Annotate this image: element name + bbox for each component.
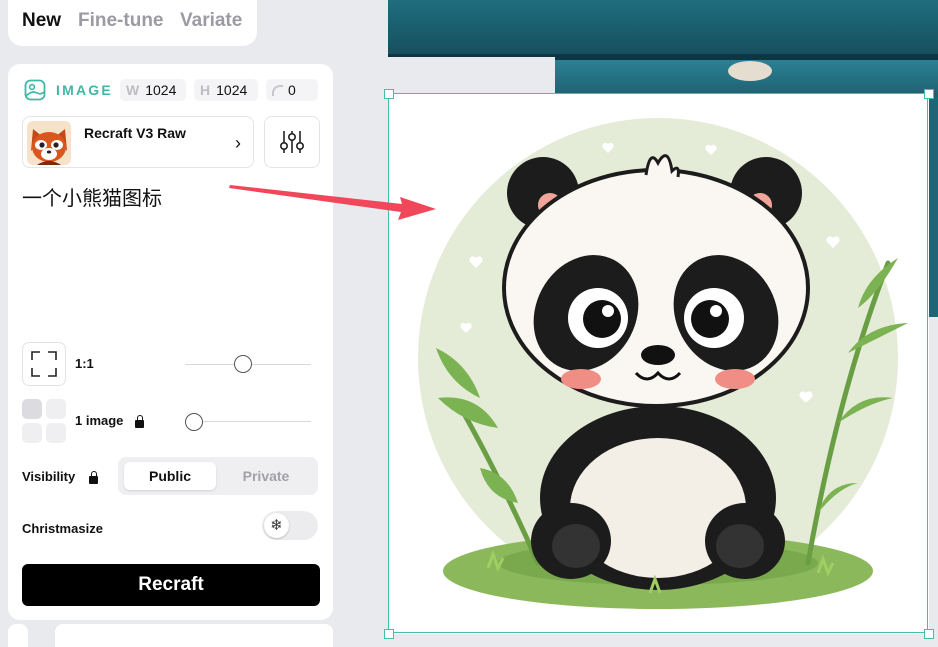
lock-icon xyxy=(89,471,98,484)
image-section-label: IMAGE xyxy=(56,82,113,98)
adjustments-button[interactable] xyxy=(264,116,320,168)
image-icon xyxy=(24,79,46,101)
resize-handle[interactable] xyxy=(924,89,934,99)
resize-handle[interactable] xyxy=(924,629,934,639)
image-count-label: 1 image xyxy=(75,413,124,428)
christmasize-label: Christmasize xyxy=(22,521,103,536)
corner-radius-icon xyxy=(272,84,283,96)
panel-footer xyxy=(8,624,28,647)
background-image xyxy=(928,97,938,317)
recraft-button[interactable]: Recraft xyxy=(22,564,320,606)
width-value: 1024 xyxy=(145,82,177,98)
christmasize-toggle[interactable]: ❄ xyxy=(262,511,318,540)
snowflake-icon: ❄ xyxy=(264,513,289,538)
background-image xyxy=(555,57,938,97)
sliders-icon xyxy=(280,131,304,153)
chevron-right-icon: › xyxy=(235,133,241,153)
model-selector[interactable]: Recraft V3 Raw › xyxy=(22,116,254,168)
visibility-label: Visibility xyxy=(22,469,76,484)
tab-new[interactable]: New xyxy=(22,10,61,32)
corner-radius-value: 0 xyxy=(288,82,296,98)
visibility-toggle: Public Private xyxy=(118,457,318,495)
height-field[interactable]: H 1024 xyxy=(194,79,258,101)
corner-radius-field[interactable]: 0 xyxy=(266,79,318,101)
mode-tabs: New Fine-tune Variate xyxy=(8,0,257,46)
image-count-icon xyxy=(22,399,66,443)
aspect-ratio-label: 1:1 xyxy=(75,356,94,371)
height-value: 1024 xyxy=(216,82,248,98)
model-name: Recraft V3 Raw xyxy=(84,125,186,141)
width-field[interactable]: W 1024 xyxy=(120,79,186,101)
resize-handle[interactable] xyxy=(384,629,394,639)
aspect-ratio-slider-knob[interactable] xyxy=(233,355,252,373)
selection-frame xyxy=(388,93,928,633)
lock-icon xyxy=(135,415,144,428)
image-count-slider-knob[interactable] xyxy=(185,413,203,431)
image-count-slider[interactable] xyxy=(185,421,311,422)
red-panda-avatar xyxy=(27,121,71,165)
aspect-ratio-icon xyxy=(31,351,57,377)
visibility-private-option[interactable]: Private xyxy=(220,462,312,490)
tab-variate[interactable]: Variate xyxy=(180,10,242,32)
prompt-input[interactable]: 一个小熊猫图标 xyxy=(22,182,162,211)
resize-handle[interactable] xyxy=(384,89,394,99)
panel-footer xyxy=(55,624,333,647)
tab-fine-tune[interactable]: Fine-tune xyxy=(78,10,164,32)
visibility-public-option[interactable]: Public xyxy=(124,462,216,490)
aspect-ratio-button[interactable] xyxy=(22,342,66,386)
annotation-arrow xyxy=(229,185,436,220)
background-image xyxy=(388,0,938,57)
